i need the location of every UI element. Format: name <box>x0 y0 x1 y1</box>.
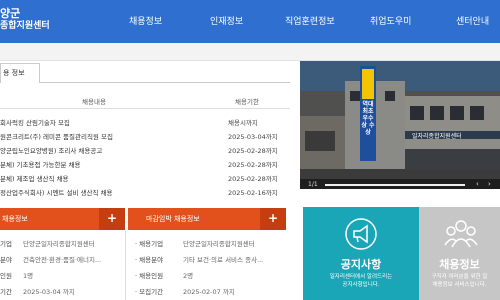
nav-job-helper[interactable]: 취업도우미 <box>370 14 411 27</box>
job-company-label: 기업 <box>0 240 12 248</box>
deadline-box-header: 마감임박 채용정보 <box>128 208 260 230</box>
sub-header-stripe <box>0 43 500 61</box>
deadline-period-value: 2025-02-07 까지 <box>183 288 235 296</box>
header-divider <box>0 108 290 109</box>
jobs-tile[interactable]: 채용정보 구직자 여러분을 위한 일 채용정보 서비스입니다. <box>419 207 500 300</box>
job-row-date: 채용시까지 <box>228 119 258 127</box>
job-row-title[interactable]: 회사럭킹 산림기술자 모집 <box>0 117 70 127</box>
logo-line2: 종합지원센터 <box>0 21 50 31</box>
nav-center-guide[interactable]: 센터안내 <box>456 14 489 27</box>
nav-training-info[interactable]: 직업훈련정보 <box>285 14 335 27</box>
deadline-period-label: · 모집기간 <box>135 288 164 296</box>
slider-prev-icon[interactable]: ‹ <box>476 180 479 188</box>
job-field-value: 건축안전·환경·품질·에너지... <box>23 256 102 264</box>
job-row-date: 2025-03-04까지 <box>228 133 278 141</box>
jobs-box-header: 채용정보 <box>0 208 99 230</box>
job-count-value: 1명 <box>23 272 34 280</box>
deadline-company-label: · 채용기업 <box>135 240 164 248</box>
job-row-title[interactable]: 분체) 기초용접 가능한분 채용 <box>0 159 81 169</box>
jobs-tile-desc-line2: 채용정보 서비스입니다. <box>432 282 487 288</box>
deadline-count-value: 2명 <box>183 272 194 280</box>
notice-tile-desc-line2: 공지사항입니다. <box>342 282 380 288</box>
building-sign: 일자리종합지원센터 <box>412 133 462 140</box>
deadline-count-label: · 채용인원 <box>135 272 164 280</box>
job-field-label: 분야 <box>0 256 12 264</box>
job-row-title[interactable]: 원콘크리트(주) 레미콘 품질관리직원 모집 <box>0 131 113 141</box>
banner-text: 역대 최초 우수상 수상 <box>361 101 375 136</box>
job-row-title[interactable]: 양군립노인요양병원) 조리사 채용공고 <box>0 145 102 155</box>
col-header-title: 채용내용 <box>82 98 106 106</box>
notice-tile-desc-line1: 일자리센터에서 알려드리는 <box>329 274 393 280</box>
slide-progress-fill <box>325 184 465 186</box>
slider-next-icon[interactable]: › <box>488 180 491 188</box>
col-header-deadline: 채용기한 <box>235 98 259 106</box>
box-divider <box>125 230 126 300</box>
site-logo[interactable]: 양군 종합지원센터 <box>0 8 50 32</box>
photo-slider[interactable]: 역대 최초 우수상 수상 일자리종합지원센터 <box>300 61 500 179</box>
tab-job-info[interactable]: 용 정보 <box>0 63 40 83</box>
megaphone-icon <box>345 218 377 250</box>
deadline-field-label: · 채용분야 <box>135 256 164 264</box>
deadline-company-value[interactable]: 단양군일자리종합지원센터 <box>183 238 255 248</box>
people-icon <box>444 220 478 248</box>
jobs-tile-title: 채용정보 <box>439 258 480 271</box>
job-row-date: 2025-02-28까지 <box>228 175 278 183</box>
nav-talent-info[interactable]: 인재정보 <box>210 14 243 27</box>
top-header: 양군 종합지원센터 채용정보 인재정보 직업훈련정보 취업도우미 센터안내 <box>0 0 500 43</box>
deadline-box-title: 마감임박 채용정보 <box>146 215 200 223</box>
jobs-more-button[interactable]: + <box>99 208 125 230</box>
building-photo <box>300 61 500 179</box>
notice-tile-title: 공지사항 <box>340 258 382 271</box>
tab-underline <box>40 82 290 83</box>
job-row-title[interactable]: 분체) 제조업 생산직 채용 <box>0 173 69 183</box>
job-row-date: 2025-02-28까지 <box>228 147 278 155</box>
job-period-value: 2025-03-04 까지 <box>23 288 75 296</box>
job-period-label: 기간 <box>0 288 12 296</box>
deadline-more-button[interactable]: + <box>260 208 286 230</box>
logo-line1: 양군 <box>0 7 21 20</box>
job-row-date: 2025-02-28까지 <box>228 161 278 169</box>
nav-job-info[interactable]: 채용정보 <box>129 14 162 27</box>
job-row-date: 2025-02-16까지 <box>228 189 278 197</box>
job-row-title[interactable]: 정산업주식회사) 시멘트 설비 생산직 채용 <box>0 187 112 197</box>
jobs-box-title: 채용정보 <box>2 215 28 223</box>
slide-counter: 1/1 <box>308 181 318 188</box>
jobs-tile-desc-line1: 구직자 여러분을 위한 일 <box>431 274 488 280</box>
slide-progress-track <box>325 184 465 186</box>
jobs-tile-desc: 구직자 여러분을 위한 일 채용정보 서비스입니다. <box>419 273 500 289</box>
job-company-value[interactable]: 단양군일자리종합지원센터 <box>23 238 95 248</box>
job-count-label: 인원 <box>0 272 12 280</box>
deadline-field-value: 기타 보건·의료 서비스 종사... <box>183 256 264 264</box>
notice-tile-desc: 일자리센터에서 알려드리는 공지사항입니다. <box>303 273 419 289</box>
notice-tile[interactable]: 공지사항 일자리센터에서 알려드리는 공지사항입니다. <box>303 207 419 300</box>
